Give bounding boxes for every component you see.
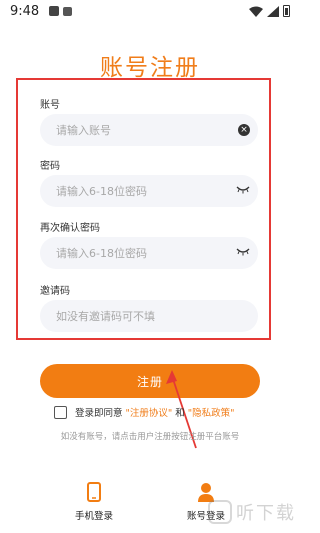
tab-phone-login[interactable]: 手机登录 bbox=[64, 480, 124, 522]
agreement-prefix: 登录即同意 bbox=[75, 408, 123, 419]
privacy-link[interactable]: "隐私政策" bbox=[188, 405, 235, 419]
account-input[interactable]: 请输入账号 × bbox=[40, 114, 258, 146]
tab-phone-login-label: 手机登录 bbox=[74, 511, 113, 522]
wifi-icon bbox=[249, 6, 263, 17]
clear-icon[interactable]: × bbox=[238, 124, 250, 136]
confirm-password-input[interactable]: 请输入6-18位密码 bbox=[40, 237, 258, 269]
status-time: 9:48 bbox=[10, 3, 40, 19]
password-placeholder: 请输入6-18位密码 bbox=[56, 185, 147, 198]
phone-icon bbox=[87, 482, 101, 502]
agreement-and: 和 bbox=[175, 408, 185, 419]
register-button[interactable]: 注册 bbox=[40, 364, 260, 398]
watermark-text: 听下载 bbox=[236, 503, 296, 524]
agree-checkbox[interactable] bbox=[54, 405, 67, 419]
page-title: 账号注册 bbox=[100, 55, 200, 81]
invite-code-input[interactable]: 如没有邀请码可不填 bbox=[40, 300, 258, 332]
confirm-password-label: 再次确认密码 bbox=[40, 223, 100, 234]
signal-icon bbox=[267, 5, 279, 17]
invite-code-placeholder: 如没有邀请码可不填 bbox=[56, 310, 155, 323]
terms-link[interactable]: "注册协议" bbox=[126, 405, 173, 419]
password-label: 密码 bbox=[40, 161, 60, 172]
account-placeholder: 请输入账号 bbox=[56, 124, 111, 137]
agreement-row: 登录即同意 "注册协议" 和 "隐私政策" bbox=[54, 404, 235, 420]
password-input[interactable]: 请输入6-18位密码 bbox=[40, 175, 258, 207]
notification-icon bbox=[49, 6, 60, 16]
watermark: 听下载 bbox=[208, 499, 296, 525]
invite-code-label: 邀请码 bbox=[40, 286, 70, 297]
status-right bbox=[249, 5, 290, 17]
register-hint: 如没有账号，请点击用户注册按钮注册平台账号 bbox=[60, 432, 240, 442]
battery-icon bbox=[283, 5, 290, 17]
eye-closed-icon[interactable] bbox=[236, 248, 250, 256]
confirm-password-placeholder: 请输入6-18位密码 bbox=[56, 247, 147, 260]
notification-icon bbox=[63, 6, 73, 16]
eye-closed-icon[interactable] bbox=[236, 186, 250, 194]
watermark-logo-icon bbox=[208, 500, 232, 524]
account-label: 账号 bbox=[40, 100, 60, 111]
status-bar: 9:48 bbox=[0, 0, 300, 22]
